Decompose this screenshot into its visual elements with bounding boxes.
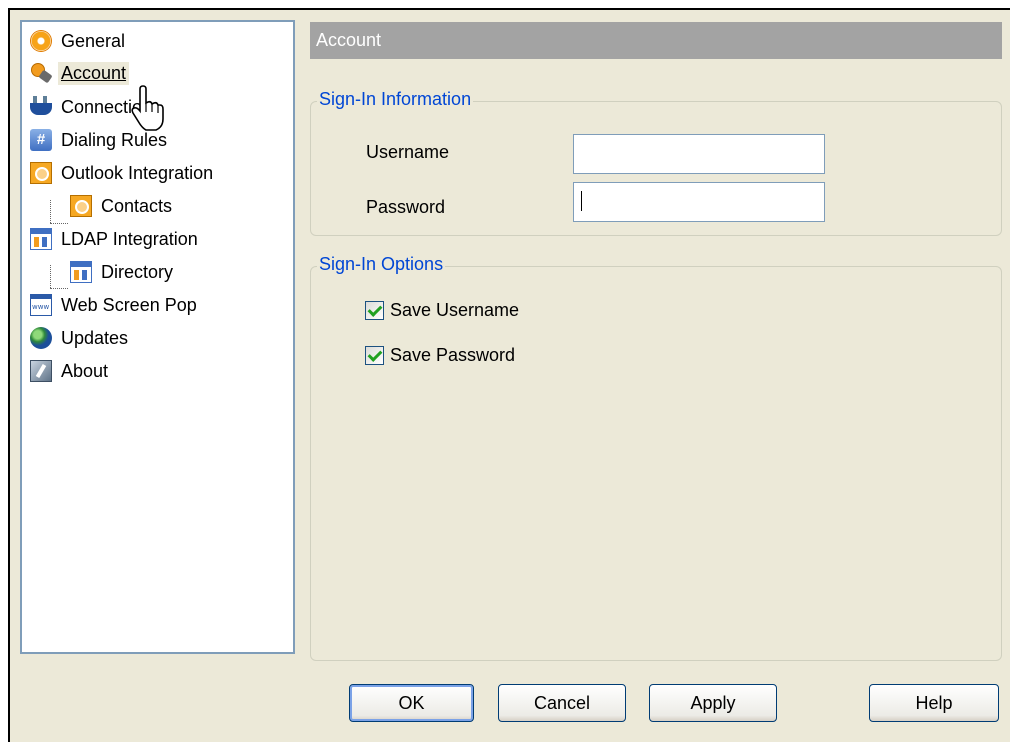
save-password-checkbox[interactable] bbox=[365, 346, 384, 365]
clock-icon bbox=[70, 195, 92, 217]
save-username-label: Save Username bbox=[390, 300, 520, 320]
ok-button[interactable]: OK bbox=[349, 684, 474, 722]
globe-icon bbox=[30, 327, 52, 349]
directory-icon bbox=[70, 261, 92, 283]
username-input[interactable] bbox=[573, 134, 825, 174]
tree-item-label: About bbox=[61, 360, 109, 381]
tree-item-web-screen-pop[interactable]: Web Screen Pop bbox=[30, 290, 200, 320]
tree-item-label: Account bbox=[58, 61, 130, 85]
tree-item-account[interactable]: Account bbox=[30, 58, 130, 88]
tree-item-label: Directory bbox=[101, 261, 174, 282]
tree-item-updates[interactable]: Updates bbox=[30, 323, 131, 353]
username-label: Username bbox=[366, 142, 450, 162]
tree-item-label: General bbox=[61, 30, 126, 51]
tree-connector bbox=[50, 265, 51, 288]
text-caret bbox=[581, 191, 582, 211]
hand-cursor-icon bbox=[131, 85, 164, 131]
save-username-checkbox[interactable] bbox=[365, 301, 384, 320]
tree-item-ldap-integration[interactable]: LDAP Integration bbox=[30, 224, 201, 254]
cancel-button[interactable]: Cancel bbox=[498, 684, 626, 722]
help-button[interactable]: Help bbox=[869, 684, 999, 722]
tree-item-label: Web Screen Pop bbox=[61, 294, 197, 315]
group-title: Sign-In Information bbox=[317, 89, 474, 110]
password-input[interactable] bbox=[573, 182, 825, 222]
gear-icon bbox=[30, 30, 52, 52]
save-password-checkbox-row[interactable]: Save Password bbox=[365, 345, 515, 366]
plug-icon bbox=[30, 96, 52, 118]
apply-button[interactable]: Apply bbox=[649, 684, 777, 722]
tree-item-outlook-integration[interactable]: Outlook Integration bbox=[30, 158, 216, 188]
about-icon bbox=[30, 360, 52, 382]
clock-icon bbox=[30, 162, 52, 184]
tree-item-general[interactable]: General bbox=[30, 26, 128, 56]
key-icon bbox=[30, 62, 52, 84]
web-icon bbox=[30, 294, 52, 316]
save-username-checkbox-row[interactable]: Save Username bbox=[365, 300, 519, 321]
tree-item-about[interactable]: About bbox=[30, 356, 111, 386]
signin-information-group: Sign-In Information Username Password bbox=[310, 89, 1002, 236]
password-label: Password bbox=[366, 197, 446, 217]
hash-icon: # bbox=[30, 129, 52, 151]
tree-item-label: LDAP Integration bbox=[61, 228, 198, 249]
tree-item-contacts[interactable]: Contacts bbox=[70, 191, 175, 221]
panel-header: Account bbox=[310, 22, 1002, 59]
group-title: Sign-In Options bbox=[317, 254, 446, 275]
directory-icon bbox=[30, 228, 52, 250]
tree-item-label: Contacts bbox=[101, 195, 173, 216]
signin-options-group: Sign-In Options Save Username Save Passw… bbox=[310, 254, 1002, 661]
tree-connector bbox=[50, 200, 51, 223]
tree-connector bbox=[50, 288, 68, 289]
save-password-label: Save Password bbox=[390, 345, 516, 365]
tree-item-label: Outlook Integration bbox=[61, 162, 214, 183]
tree-item-directory[interactable]: Directory bbox=[70, 257, 176, 287]
tree-item-label: Updates bbox=[61, 327, 129, 348]
